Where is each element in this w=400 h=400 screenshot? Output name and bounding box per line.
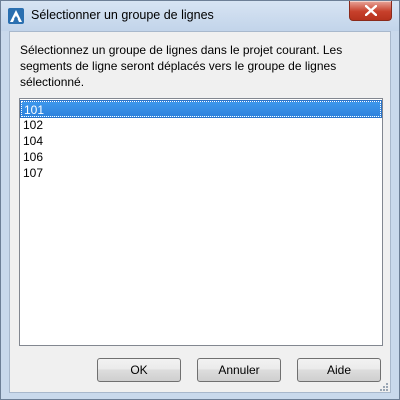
list-item[interactable]: 102	[21, 117, 381, 133]
list-item[interactable]: 106	[21, 149, 381, 165]
help-button[interactable]: Aide	[297, 358, 381, 382]
close-icon	[365, 5, 377, 16]
line-group-list[interactable]: 101 102 104 106 107	[19, 98, 383, 346]
list-item[interactable]: 104	[21, 133, 381, 149]
app-logo-icon	[8, 8, 24, 24]
close-button[interactable]	[349, 1, 392, 21]
resize-grip-icon[interactable]	[378, 380, 388, 391]
list-item[interactable]: 107	[21, 165, 381, 181]
dialog-body: Sélectionnez un groupe de lignes dans le…	[9, 31, 391, 393]
instruction-text: Sélectionnez un groupe de lignes dans le…	[20, 43, 343, 89]
title-bar[interactable]: Sélectionner un groupe de lignes	[1, 1, 399, 31]
ok-button[interactable]: OK	[97, 358, 181, 382]
cancel-button[interactable]: Annuler	[197, 358, 281, 382]
dialog-window: Sélectionner un groupe de lignes Sélecti…	[0, 0, 400, 400]
window-title: Sélectionner un groupe de lignes	[31, 8, 214, 22]
list-item[interactable]: 101	[20, 100, 382, 118]
